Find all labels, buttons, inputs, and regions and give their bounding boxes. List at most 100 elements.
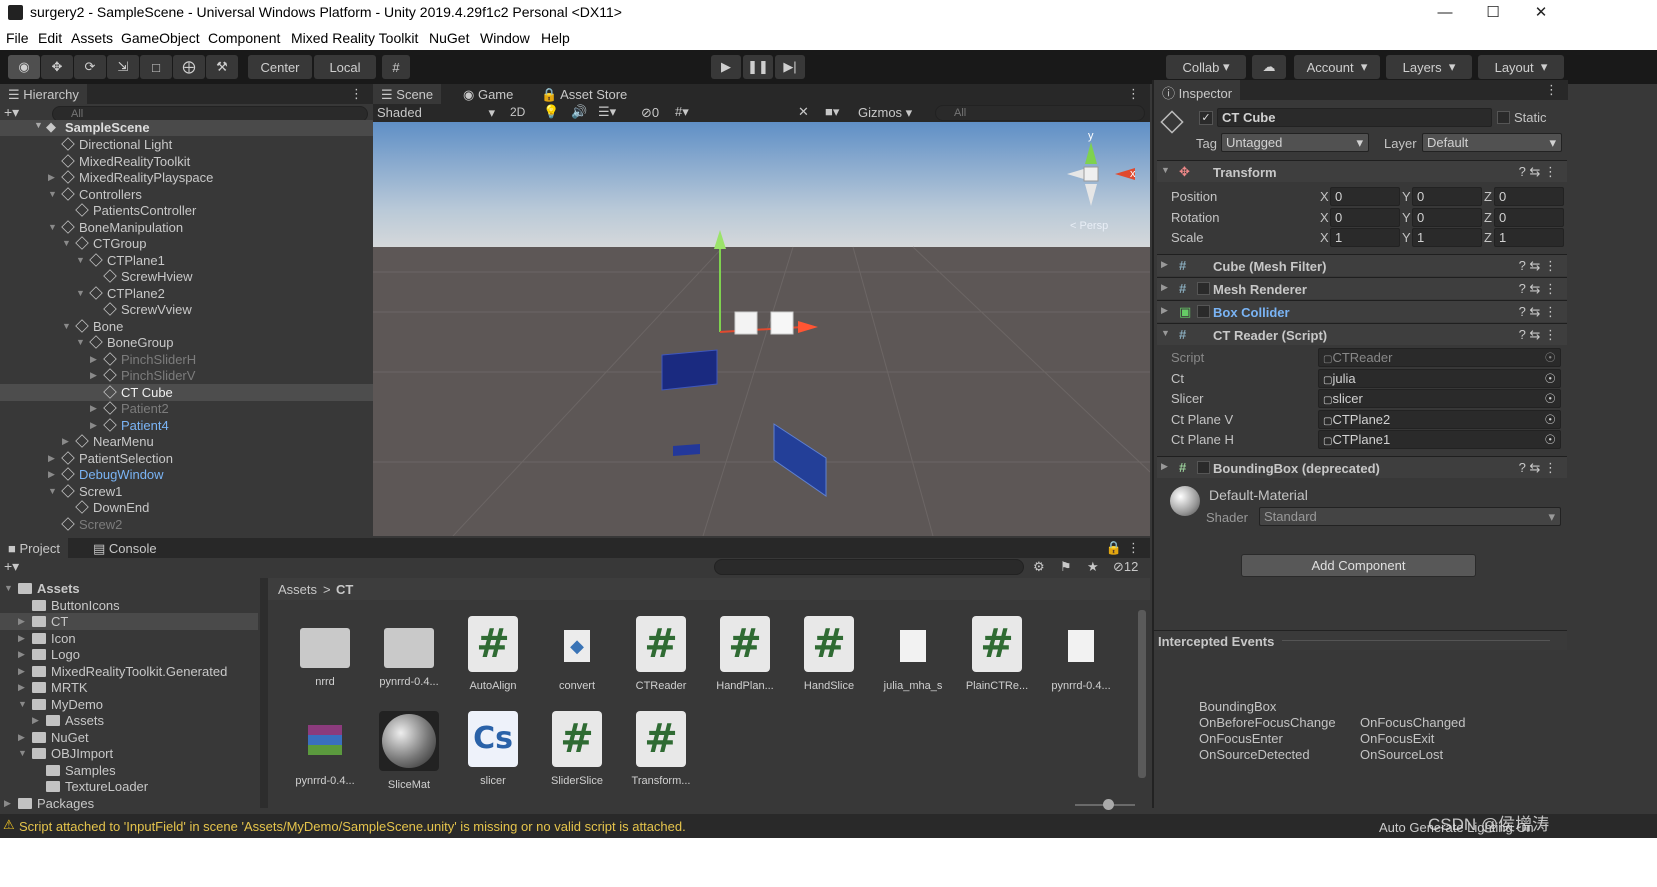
expand-arrow[interactable]: ▼ [62,318,74,335]
expand-arrow[interactable]: ▼ [18,745,30,762]
expand-arrow[interactable]: ▼ [4,580,16,597]
expand-arrow[interactable]: ▼ [62,235,74,252]
object-picker-icon[interactable]: ☉ [1544,431,1556,448]
expand-arrow[interactable]: ▼ [76,285,88,302]
component-header[interactable]: ▼ # CT Reader (Script)? ⇆ ⋮ [1157,323,1567,345]
asset-item[interactable]: nrrd [285,616,365,688]
hierarchy-item[interactable]: Directional Light [0,136,373,153]
transform-x-field[interactable]: 0 [1330,207,1400,227]
hierarchy-item[interactable]: ▶ MixedRealityPlayspace [0,169,373,186]
ct-cube-object[interactable] [734,311,758,335]
asset-item[interactable]: ◆ convert [537,616,617,692]
asset-item[interactable]: pynrrd-0.4... [1041,616,1121,692]
rect-tool-button[interactable]: □ [140,55,172,79]
asset-item[interactable]: julia_mha_s [873,616,953,692]
shading-dropdown[interactable]: Shaded ▾ [377,105,495,120]
create-button[interactable]: +▾ [4,104,19,121]
object-picker-icon[interactable]: ☉ [1544,370,1556,387]
scene-root-row[interactable]: ▼ ◆ SampleScene [0,119,373,136]
menu-assets[interactable]: Assets [71,30,113,46]
hierarchy-item[interactable]: ▼ CTGroup [0,235,373,252]
project-folder-item[interactable]: ButtonIcons [0,597,258,614]
lock-icon[interactable]: 🔒 [1106,540,1122,556]
grid-icon[interactable]: #▾ [675,104,689,120]
custom-tool-button[interactable]: ⚒ [206,55,238,79]
expand-arrow[interactable]: ▶ [18,663,30,680]
pivot-local-button[interactable]: Local [314,55,376,79]
boundingbox-header[interactable]: ▶ # BoundingBox (deprecated) ? ⇆ ⋮ [1157,456,1567,478]
object-reference-field[interactable]: ▢julia ☉ [1318,368,1561,388]
scene-viewport[interactable]: y x < Persp [373,122,1150,536]
filter-type-icon[interactable]: ⚙ [1033,559,1045,575]
favorite-icon[interactable]: ★ [1087,559,1099,575]
expand-arrow[interactable]: ▶ [90,367,102,384]
expand-arrow[interactable]: ▶ [90,400,102,417]
enabled-checkbox[interactable] [1197,461,1210,474]
object-reference-field[interactable]: ▢CTPlane1 ☉ [1318,430,1561,449]
expand-arrow[interactable]: ▶ [90,351,102,368]
expand-arrow[interactable]: ▶ [4,795,16,812]
expand-arrow[interactable]: ▶ [32,712,44,729]
collab-button[interactable]: Collab ▾ [1166,55,1246,79]
tab-project[interactable]: ■ Project [0,538,68,558]
enabled-checkbox[interactable] [1197,305,1210,318]
menu-kebab-icon[interactable]: ⋮ [350,86,363,102]
asset-item[interactable]: Cs slicer [453,711,533,787]
component-header[interactable]: ▶ ▣ Box Collider? ⇆ ⋮ [1157,300,1567,322]
expand-arrow[interactable]: ▶ [18,729,30,746]
object-reference-field[interactable]: ▢CTPlane2 ☉ [1318,409,1561,429]
asset-item[interactable]: pynrrd-0.4... [285,711,365,787]
close-button[interactable]: ✕ [1516,0,1566,26]
icon-size-slider-handle[interactable] [1103,799,1114,810]
transform-z-field[interactable]: 0 [1494,187,1564,206]
expand-arrow[interactable]: ▶ [48,466,60,483]
menu-kebab-icon[interactable]: ⋮ [1545,82,1558,98]
create-asset-button[interactable]: +▾ [4,558,19,575]
layer-dropdown[interactable]: Default ▾ [1422,133,1562,152]
object-reference-field[interactable]: ▢slicer ☉ [1318,389,1561,408]
grid-snap-button[interactable]: # [382,55,410,79]
hierarchy-item[interactable]: ▼ CTPlane1 [0,252,373,269]
menu-nuget[interactable]: NuGet [429,30,469,46]
hierarchy-item[interactable]: ▼ Bone [0,318,373,335]
object-picker-icon[interactable]: ☉ [1544,390,1556,407]
project-folder-item[interactable]: ▶ Assets [0,712,258,729]
menu-gameobject[interactable]: GameObject [121,30,200,46]
project-folder-item[interactable]: ▶ Icon [0,630,258,647]
expand-arrow[interactable]: ▼ [76,334,88,351]
asset-item[interactable]: # HandSlice [789,616,869,692]
ct-plane-object[interactable] [661,349,718,391]
project-folder-item[interactable]: ▼ OBJImport [0,745,258,762]
asset-scrollbar[interactable] [1138,610,1146,778]
menu-help[interactable]: Help [541,30,570,46]
hierarchy-item[interactable]: ▶ PinchSliderV [0,367,373,384]
expand-arrow[interactable]: ▶ [18,613,30,630]
expand-arrow[interactable]: ▶ [18,646,30,663]
hierarchy-item[interactable]: ScrewHview [0,268,373,285]
component-menu-icons[interactable]: ? ⇆ ⋮ [1519,460,1557,476]
pause-button[interactable]: ❚❚ [743,55,773,79]
active-checkbox[interactable]: ✓ [1199,111,1213,125]
breadcrumb-ct[interactable]: CT [336,582,353,597]
expand-arrow[interactable]: ▶ [90,417,102,434]
project-folder-item[interactable]: ▶ Logo [0,646,258,663]
tab-scene[interactable]: ☰ Scene [373,84,442,104]
transform-z-field[interactable]: 1 [1494,228,1564,247]
scale-tool-button[interactable]: ⇲ [107,55,139,79]
hierarchy-item[interactable]: ▶ Patient4 [0,417,373,434]
breadcrumb-assets[interactable]: Assets [278,582,317,597]
transform-y-field[interactable]: 0 [1412,207,1482,227]
mode-2d-button[interactable]: 2D [510,105,525,119]
project-folder-item[interactable]: Samples [0,762,258,779]
component-menu-icons[interactable]: ? ⇆ ⋮ [1519,258,1557,274]
menu-component[interactable]: Component [208,30,280,46]
shader-dropdown[interactable]: Standard ▾ [1259,507,1561,526]
hierarchy-item[interactable]: CT Cube [0,383,373,401]
camera-icon[interactable]: ■▾ [825,104,839,120]
hierarchy-item[interactable]: ▼ Screw1 [0,483,373,500]
hierarchy-item[interactable]: MixedRealityToolkit [0,153,373,170]
transform-x-field[interactable]: 0 [1330,187,1400,206]
layers-dropdown[interactable]: Layers ▾ [1386,55,1472,79]
expand-arrow[interactable]: ▶ [18,630,30,647]
expand-arrow[interactable]: ▶ [48,450,60,467]
